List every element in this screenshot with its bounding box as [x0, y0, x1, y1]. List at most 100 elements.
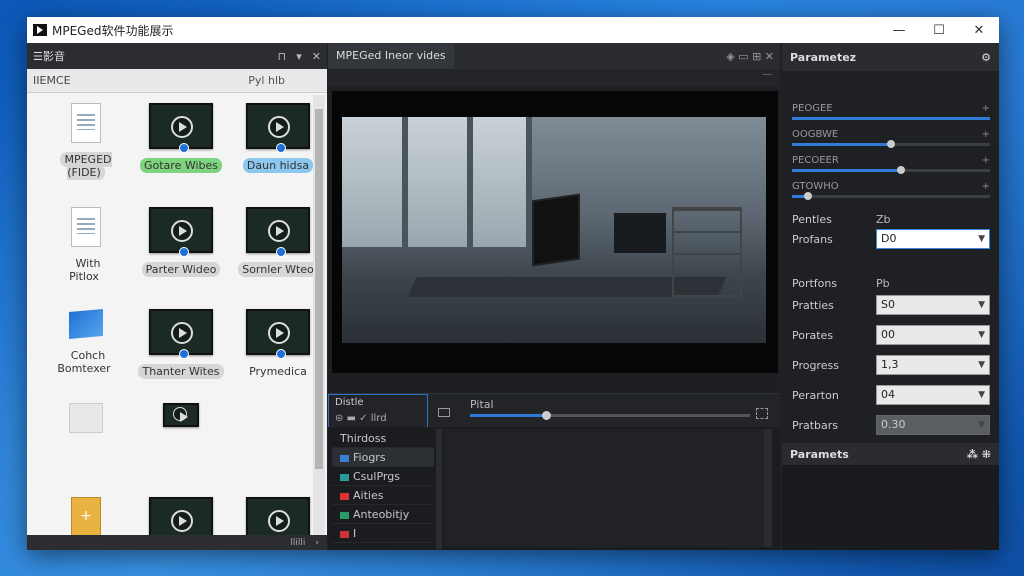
tab-distle-label: Distle [335, 397, 364, 408]
parameters-panel: Parametez ⚙ PEOGEE + OOGBWE + PECOEER + GTOWHO… [782, 43, 999, 550]
param-slider-handle[interactable] [803, 192, 812, 200]
plus-icon[interactable]: + [982, 155, 990, 166]
track-item[interactable]: Fiogrs [332, 448, 434, 467]
video-thumbnail [149, 207, 213, 257]
badge-dot-icon [179, 349, 189, 359]
timeline-scrollbar[interactable] [764, 429, 772, 547]
param-slider-row[interactable]: PECOEER + [792, 155, 990, 174]
monitor-icon[interactable] [438, 408, 450, 417]
param-slider-row[interactable]: GTOWHO + [792, 181, 990, 200]
media-item[interactable]: Daun hidsa [233, 103, 313, 173]
plus-icon[interactable]: + [982, 181, 990, 192]
media-item-label: Thanter Wites [138, 364, 224, 379]
param-slider-row[interactable]: PEOGEE + [792, 103, 990, 120]
track-item[interactable]: Thirdoss [332, 429, 434, 448]
param-slider[interactable] [792, 140, 990, 148]
app-window: MPEGed软件功能展示 — ☐ ✕ ☰ 影音 ⊓ ▾ ✕ IIEMCE Pyl… [27, 17, 999, 550]
maximize-button[interactable]: ☐ [919, 17, 959, 43]
param-slider-row[interactable]: OOGBWE + [792, 129, 990, 148]
param-dropdown[interactable]: 0.30 ▼ [876, 415, 990, 435]
filter-tag[interactable]: Pyl hlb [248, 74, 285, 87]
media-item-label: Prymedica [249, 365, 307, 378]
param-dropdown[interactable]: 00 ▼ [876, 325, 990, 345]
media-grid: MPEGED (FIDE) Gotare Wibes Daun hidsa With Pi… [27, 95, 313, 535]
media-item[interactable]: Prymedica [233, 309, 313, 378]
param-slider-handle[interactable] [896, 166, 905, 174]
track-color-icon [340, 454, 349, 462]
media-item[interactable] [41, 403, 131, 433]
video-viewer[interactable] [332, 91, 778, 373]
track-item[interactable]: Anteobitjy [332, 505, 434, 524]
param-field-label: Profans [792, 232, 833, 246]
filter-bar[interactable]: IIEMCE Pyl hlb [27, 69, 327, 93]
media-item[interactable]: Parter Wideo [136, 207, 226, 277]
chevron-down-icon[interactable]: ▼ [978, 296, 985, 314]
track-item[interactable]: CsulPrgs [332, 467, 434, 486]
media-item[interactable]: +PddeaVAIVTC [41, 497, 131, 535]
media-scrollbar[interactable] [313, 95, 325, 535]
media-browser-panel: ☰ 影音 ⊓ ▾ ✕ IIEMCE Pyl hlb MPEGED (FIDE) Go… [27, 43, 327, 550]
param-slider-label: GTOWHO [792, 181, 839, 192]
media-item[interactable]: MPEGED (FIDE) [41, 103, 131, 180]
track-item[interactable]: I [332, 524, 434, 543]
param-field-row: Pentles Zb [792, 209, 990, 229]
media-item[interactable]: Sornler Wteo [233, 207, 313, 277]
plus-icon[interactable]: + [982, 129, 990, 140]
minimize-button[interactable]: — [879, 17, 919, 43]
play-icon [171, 116, 193, 138]
param-slider[interactable] [792, 117, 990, 120]
media-item-label: Parter Wideo [141, 262, 221, 277]
chevron-down-icon[interactable]: ▼ [978, 416, 985, 434]
param-slider-label: PEOGEE [792, 103, 833, 114]
chevron-down-icon[interactable]: ▼ [978, 326, 985, 344]
param-field-label: Pratbars [792, 418, 838, 432]
track-item-label: Aities [353, 489, 384, 502]
param-slider[interactable] [792, 192, 990, 200]
param-slider[interactable] [792, 166, 990, 174]
timeline-area[interactable] [444, 429, 764, 547]
param-dropdown[interactable]: 04 ▼ [876, 385, 990, 405]
param-dropdown[interactable]: 1,3 ▼ [876, 355, 990, 375]
param-dropdown-value: S0 [881, 298, 895, 311]
playback-handle[interactable] [541, 411, 551, 420]
media-item[interactable]: With Pitlox [41, 207, 131, 283]
menu-icon[interactable]: ☰ [33, 50, 43, 63]
fullscreen-icon[interactable] [756, 408, 768, 419]
param-field-row: Perarton 04 ▼ [792, 385, 990, 405]
media-item[interactable]: Thanter Wites [136, 309, 226, 379]
close-button[interactable]: ✕ [959, 17, 999, 43]
footer-label: llilli [290, 537, 306, 548]
pin-icon[interactable]: ⊓ [278, 50, 287, 63]
param-dropdown[interactable]: D0 ▼ [876, 229, 990, 249]
media-item[interactable] [136, 403, 226, 427]
preview-tools-icon[interactable]: ◈ ▭ ⊞ ✕ [726, 50, 774, 63]
media-item-label: Cohch Bomtexer [57, 349, 111, 375]
media-item[interactable]: Zaldy Slteam [136, 497, 226, 535]
plus-icon[interactable]: + [982, 103, 990, 114]
track-item[interactable]: Aities [332, 486, 434, 505]
parameters-settings-icon[interactable]: ⚙ [981, 51, 991, 64]
chevron-down-icon[interactable]: ▼ [978, 386, 985, 404]
tab-preview[interactable]: MPEGed Ineor vides [328, 43, 454, 69]
tab-row-label: llrd [370, 413, 387, 424]
param-dropdown[interactable]: S0 ▼ [876, 295, 990, 315]
media-item[interactable]: Gotare Wibes [136, 103, 226, 173]
panel-close-icon[interactable]: ✕ [312, 50, 321, 63]
chevron-down-icon[interactable]: ▼ [978, 230, 985, 248]
footer-tools-icon[interactable]: ⁂ ⁜ [967, 448, 991, 461]
chevron-down-icon[interactable]: ▾ [296, 50, 302, 63]
tab-distle[interactable]: Distle ⊜ ▬ ✓ llrd [328, 394, 428, 427]
media-item[interactable]: Cohch Bomtexer [41, 309, 131, 375]
media-item[interactable]: Ticlket [233, 497, 313, 535]
title-bar: MPEGed软件功能展示 — ☐ ✕ [27, 17, 999, 43]
video-thumbnail [246, 497, 310, 535]
param-field-label: Porates [792, 328, 834, 342]
playback-slider[interactable] [470, 411, 750, 420]
param-slider-handle[interactable] [887, 140, 895, 148]
badge-dot-icon [276, 349, 286, 359]
tools-icon[interactable]: ⊜ ▬ ✓ [335, 413, 371, 424]
track-list-scrollbar[interactable] [436, 429, 442, 549]
expand-icon[interactable]: › [315, 538, 319, 548]
param-field-label: Pratties [792, 298, 834, 312]
chevron-down-icon[interactable]: ▼ [978, 356, 985, 374]
